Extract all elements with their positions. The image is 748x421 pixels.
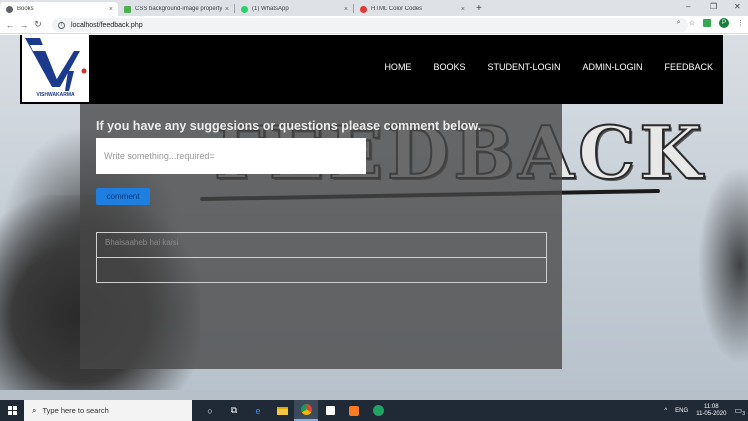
site-header: VISHWAKARMA HOME BOOKS STUDENT-LOGIN ADM… xyxy=(20,35,723,104)
windows-taskbar: ⌕ Type here to search ○ ⧉ e ^ ENG 11:08 … xyxy=(0,400,748,421)
menu-dots-icon[interactable]: ⋮ xyxy=(737,19,744,27)
taskbar-search-box[interactable]: ⌕ Type here to search xyxy=(24,400,192,421)
close-window-button[interactable]: ✕ xyxy=(734,2,741,11)
comment-textarea[interactable]: Write something...required= xyxy=(96,138,366,174)
info-icon[interactable]: i xyxy=(58,21,65,29)
clock-time: 11:08 xyxy=(704,403,719,410)
table-row: Bhaisaaheb hai kaisi xyxy=(97,233,546,258)
taskbar-apps: ○ ⧉ e xyxy=(198,400,390,421)
clock[interactable]: 11:08 11-05-2020 xyxy=(696,404,726,418)
browser-toolbar: ← → ↻ i localhost/feedback.php ⌕ ☆ P ⋮ xyxy=(0,16,748,34)
comment-placeholder: Write something...required= xyxy=(104,151,215,161)
maximize-button[interactable]: ❐ xyxy=(710,2,717,11)
tab-title: Books xyxy=(17,6,34,12)
tab-close-icon[interactable]: × xyxy=(461,6,465,13)
edge-icon[interactable]: e xyxy=(246,400,270,421)
bookmark-star-icon[interactable]: ☆ xyxy=(689,19,695,27)
chrome-icon[interactable] xyxy=(294,400,318,421)
comment-submit-button[interactable]: comment xyxy=(96,188,150,205)
comments-table: Bhaisaaheb hai kaisi xyxy=(96,232,547,283)
cortana-icon[interactable]: ○ xyxy=(198,400,222,421)
zoom-icon[interactable]: ⌕ xyxy=(677,19,681,27)
browser-tab-strip: Books × CSS background-image property × … xyxy=(0,0,748,16)
table-row xyxy=(97,258,546,283)
reload-icon[interactable]: ↻ xyxy=(31,19,45,30)
notification-count: 3 xyxy=(742,411,745,417)
page-viewport: FEEDBACK VISHWAKARMA HOME BOOKS STUDENT-… xyxy=(0,35,748,390)
tab-books[interactable]: Books × xyxy=(0,2,118,16)
toolbar-actions: ⌕ ☆ P ⋮ xyxy=(677,16,744,30)
main-navigation: HOME BOOKS STUDENT-LOGIN ADMIN-LOGIN FEE… xyxy=(362,62,713,72)
nav-admin-login[interactable]: ADMIN-LOGIN xyxy=(582,62,642,72)
url-text: localhost/feedback.php xyxy=(71,21,143,29)
nav-home[interactable]: HOME xyxy=(384,62,411,72)
tab-favicon-icon xyxy=(124,5,131,13)
tab-favicon-icon xyxy=(360,5,367,13)
clock-date: 11-05-2020 xyxy=(696,410,727,417)
tab-html-color-codes[interactable]: HTML Color Codes × xyxy=(354,2,470,16)
forward-arrow-icon[interactable]: → xyxy=(17,20,31,30)
feedback-panel: If you have any suggesions or questions … xyxy=(80,104,562,369)
xampp-icon[interactable] xyxy=(342,400,366,421)
extension-icon[interactable] xyxy=(703,19,711,27)
task-view-icon[interactable]: ⧉ xyxy=(222,400,246,421)
store-icon[interactable] xyxy=(318,400,342,421)
app-icon[interactable] xyxy=(366,400,390,421)
tab-favicon-icon xyxy=(241,5,248,13)
tab-close-icon[interactable]: × xyxy=(344,6,348,13)
back-arrow-icon[interactable]: ← xyxy=(3,20,17,30)
address-bar[interactable]: i localhost/feedback.php xyxy=(52,18,688,32)
tab-css-background[interactable]: CSS background-image property × xyxy=(118,2,234,16)
logo-caption: VISHWAKARMA xyxy=(36,92,75,98)
nav-feedback[interactable]: FEEDBACK xyxy=(664,62,713,72)
tab-close-icon[interactable]: × xyxy=(225,6,229,13)
start-button[interactable] xyxy=(0,400,24,421)
tab-favicon-icon xyxy=(6,5,13,13)
horizontal-scrollbar[interactable] xyxy=(0,390,748,400)
site-logo[interactable]: VISHWAKARMA xyxy=(22,35,89,102)
tab-whatsapp[interactable]: (1) WhatsApp × xyxy=(235,2,353,16)
notification-icon[interactable]: ▭ 3 xyxy=(734,406,745,417)
minimize-button[interactable]: – xyxy=(686,2,690,11)
new-tab-button[interactable]: + xyxy=(476,3,482,14)
tab-title: (1) WhatsApp xyxy=(252,6,289,12)
search-placeholder: Type here to search xyxy=(42,406,109,415)
nav-student-login[interactable]: STUDENT-LOGIN xyxy=(487,62,560,72)
tab-close-icon[interactable]: × xyxy=(109,6,113,13)
profile-avatar[interactable]: P xyxy=(719,18,729,28)
tab-title: CSS background-image property xyxy=(135,6,223,12)
windows-logo-icon xyxy=(7,406,17,415)
file-explorer-icon[interactable] xyxy=(270,400,294,421)
search-icon: ⌕ xyxy=(32,405,37,415)
chevron-up-icon[interactable]: ^ xyxy=(664,408,667,414)
feedback-heading: If you have any suggesions or questions … xyxy=(96,119,482,133)
system-tray: ^ ENG 11:08 11-05-2020 ▭ 3 xyxy=(664,400,748,421)
tab-title: HTML Color Codes xyxy=(371,6,423,12)
language-indicator[interactable]: ENG xyxy=(675,408,688,414)
nav-books[interactable]: BOOKS xyxy=(433,62,465,72)
